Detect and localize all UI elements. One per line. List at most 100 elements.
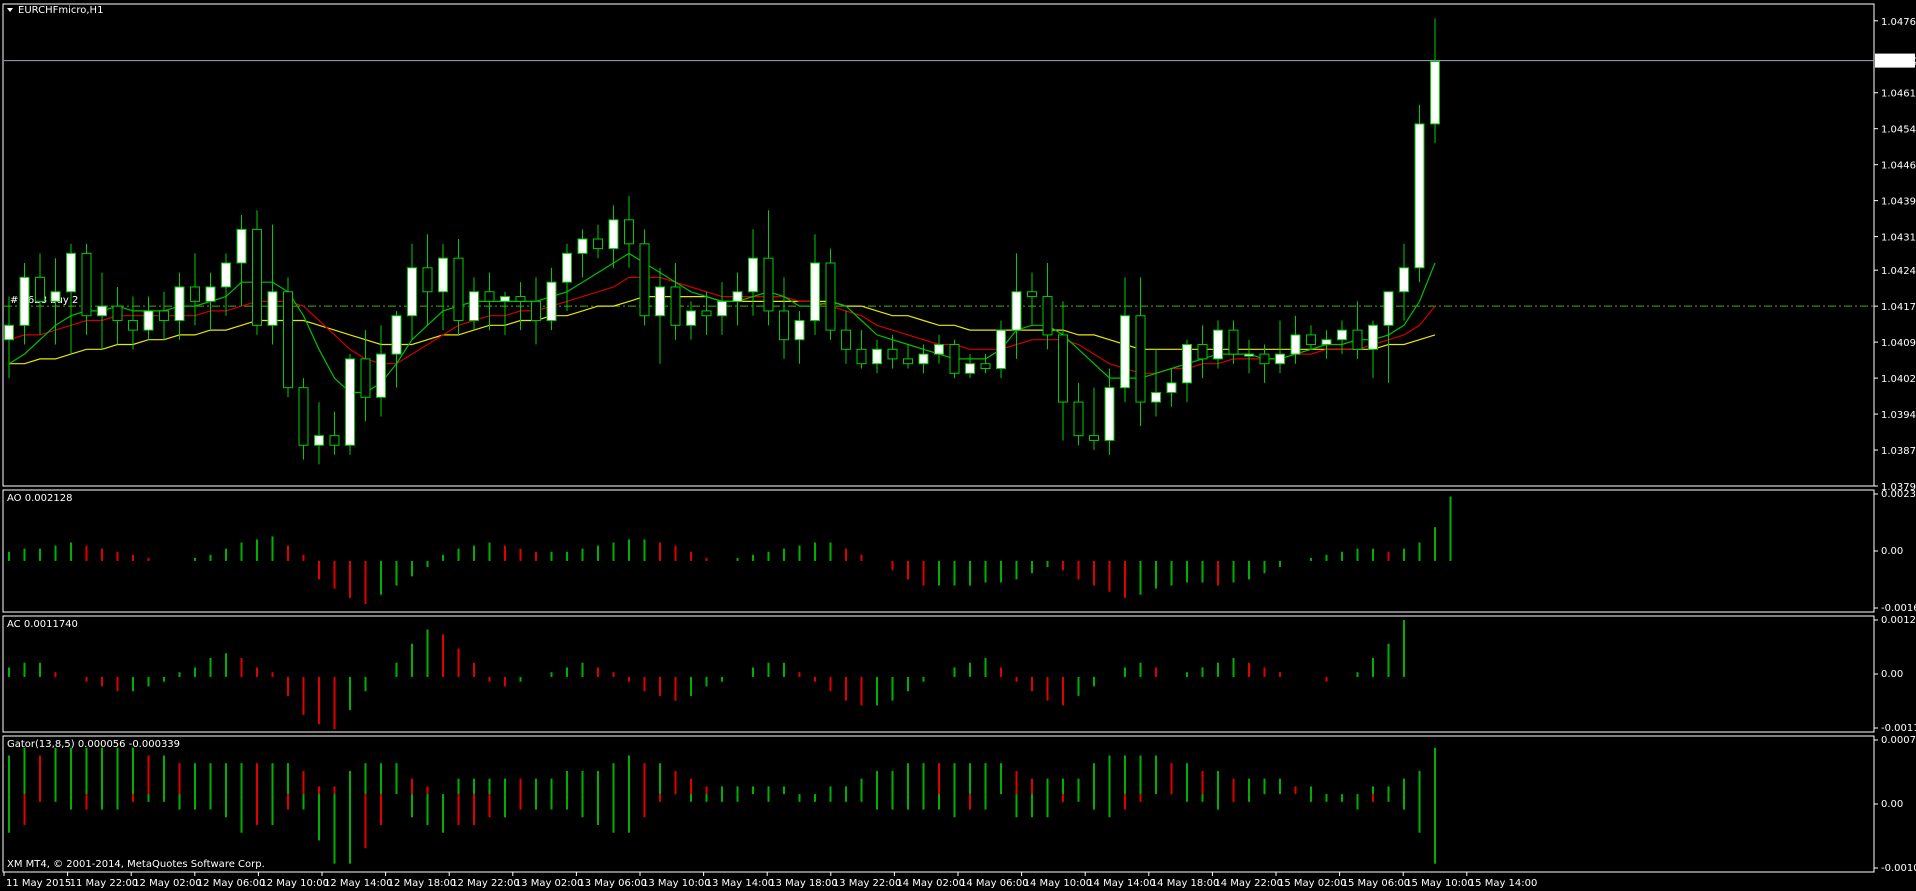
candle-body-bull bbox=[577, 238, 588, 254]
time-label: 11 May 22:00 bbox=[70, 878, 139, 889]
candle-body-bull bbox=[1414, 123, 1425, 269]
price-tick-label: 1.04540 bbox=[1881, 125, 1916, 136]
panel-tick-label: 0.00 bbox=[1881, 799, 1903, 810]
candle-body-bear bbox=[159, 310, 169, 322]
candle-body-bear bbox=[624, 219, 634, 245]
mt4-chart-window[interactable]: 1.04765 1.04615 1.04540 1.04465 1.04390 1.043… bbox=[0, 0, 1916, 891]
candle-body-bear bbox=[887, 348, 898, 360]
time-label: 14 May 14:00 bbox=[1087, 878, 1156, 889]
panel-tick-label: -0.001661 bbox=[1881, 603, 1916, 614]
candle-body-bull bbox=[4, 324, 14, 341]
candle-body-bull bbox=[438, 257, 448, 293]
time-label: 15 May 02:00 bbox=[1278, 878, 1347, 889]
price-tick-label: 1.04390 bbox=[1881, 197, 1916, 208]
time-label: 14 May 22:00 bbox=[1214, 878, 1283, 889]
candle-body-bull bbox=[1368, 324, 1378, 350]
candle-body-bull bbox=[1151, 391, 1161, 403]
candle-body-bear bbox=[329, 435, 340, 446]
chart-menu-triangle-icon[interactable] bbox=[7, 8, 13, 12]
candle-body-bear bbox=[1197, 344, 1208, 360]
candle-body-bull bbox=[686, 310, 696, 326]
price-tick-label: 1.03870 bbox=[1881, 446, 1916, 457]
candle-body-bear bbox=[1259, 353, 1270, 365]
current-price-label: 1.04682 bbox=[1878, 57, 1916, 68]
copyright-text: XM MT4, © 2001-2014, MetaQuotes Software… bbox=[7, 859, 265, 870]
candle-body-bull bbox=[965, 363, 975, 374]
candle-body-bear bbox=[1073, 401, 1084, 437]
candle-body-bull bbox=[1104, 387, 1115, 441]
candle-body-bear bbox=[1089, 435, 1099, 441]
candle-body-bull bbox=[1383, 291, 1394, 326]
time-label: 13 May 02:00 bbox=[515, 878, 584, 889]
candle-body-bull bbox=[469, 291, 479, 322]
price-tick-label: 1.04465 bbox=[1881, 161, 1916, 172]
time-label: 15 May 14:00 bbox=[1469, 878, 1538, 889]
candle-body-bear bbox=[763, 257, 774, 312]
price-tick-label: 1.04615 bbox=[1881, 89, 1916, 100]
candle-body-bull bbox=[1321, 339, 1332, 346]
candle-body-bear bbox=[283, 291, 293, 389]
candle-body-bear bbox=[903, 358, 913, 365]
candle-body-bull bbox=[1011, 291, 1022, 331]
candle-body-bull bbox=[732, 291, 743, 302]
panel-frame-main bbox=[2, 3, 1875, 487]
candle-body-bull bbox=[996, 329, 1006, 369]
ao-label: AO 0.002128 bbox=[7, 493, 72, 504]
candle-body-bear bbox=[1135, 315, 1146, 403]
candle-body-bull bbox=[546, 281, 557, 322]
candle-body-bull bbox=[143, 310, 154, 331]
candle-body-bull bbox=[1290, 334, 1301, 355]
candle-body-bear bbox=[593, 238, 603, 250]
candle-body-bull bbox=[748, 257, 758, 293]
candle-body-bull bbox=[810, 262, 820, 322]
ac-label: AC 0.0011740 bbox=[7, 619, 78, 630]
candle-body-bear bbox=[1027, 291, 1037, 298]
price-tick-label: 1.03945 bbox=[1881, 410, 1916, 421]
candle-body-bear bbox=[128, 320, 138, 331]
candle-body-bull bbox=[97, 305, 107, 317]
candle-body-bull bbox=[1337, 329, 1347, 341]
panel-tick-label: 0.001285 bbox=[1881, 615, 1916, 626]
panel-tick-label: 0.000752 bbox=[1881, 735, 1916, 746]
time-label: 14 May 10:00 bbox=[1024, 878, 1093, 889]
candle-body-bull bbox=[934, 344, 944, 355]
candle-body-bear bbox=[949, 344, 960, 374]
price-tick-label: 1.04170 bbox=[1881, 302, 1916, 313]
candle-body-bear bbox=[190, 286, 200, 302]
time-label: 13 May 22:00 bbox=[833, 878, 902, 889]
candle-body-bull bbox=[50, 291, 61, 302]
panel-frame-ac bbox=[2, 615, 1875, 733]
time-label: 15 May 06:00 bbox=[1342, 878, 1411, 889]
candle-body-bear bbox=[1306, 334, 1316, 346]
candle-body-bear bbox=[35, 276, 45, 302]
candle-body-bull bbox=[66, 252, 76, 293]
candle-body-bear bbox=[779, 310, 789, 341]
time-label: 13 May 14:00 bbox=[706, 878, 775, 889]
candle-body-bear bbox=[856, 348, 867, 365]
candle-body-bear bbox=[484, 291, 495, 302]
candle-body-bear bbox=[1228, 329, 1239, 355]
price-tick-label: 1.04020 bbox=[1881, 374, 1916, 385]
candle-body-bull bbox=[1182, 344, 1192, 384]
chart-canvas[interactable]: 1.04765 1.04615 1.04540 1.04465 1.04390 1.043… bbox=[0, 0, 1916, 891]
time-label: 15 May 10:00 bbox=[1405, 878, 1474, 889]
time-label: 14 May 02:00 bbox=[896, 878, 965, 889]
candle-body-bull bbox=[1275, 353, 1285, 365]
candle-body-bull bbox=[236, 228, 247, 264]
candle-body-bull bbox=[794, 320, 805, 341]
panel-tick-label: 0.00 bbox=[1881, 546, 1903, 557]
candle-body-bear bbox=[841, 329, 851, 350]
candle-body-bull bbox=[655, 286, 665, 317]
symbol-title[interactable]: EURCHFmicro,H1 bbox=[18, 5, 103, 16]
candle-body-bull bbox=[174, 286, 185, 322]
candle-body-bull bbox=[267, 291, 278, 326]
panel-frame-ao bbox=[2, 489, 1875, 613]
gator-label: Gator(13,8,5) 0.000056 -0.000339 bbox=[7, 739, 180, 750]
candle-body-bull bbox=[376, 353, 386, 398]
candle-body-bear bbox=[670, 286, 681, 326]
time-label: 13 May 10:00 bbox=[642, 878, 711, 889]
panel-tick-label: -0.001161 bbox=[1881, 723, 1916, 734]
candle-body-bull bbox=[221, 262, 231, 288]
time-label: 13 May 06:00 bbox=[578, 878, 647, 889]
time-label: 11 May 2015 bbox=[6, 878, 71, 889]
